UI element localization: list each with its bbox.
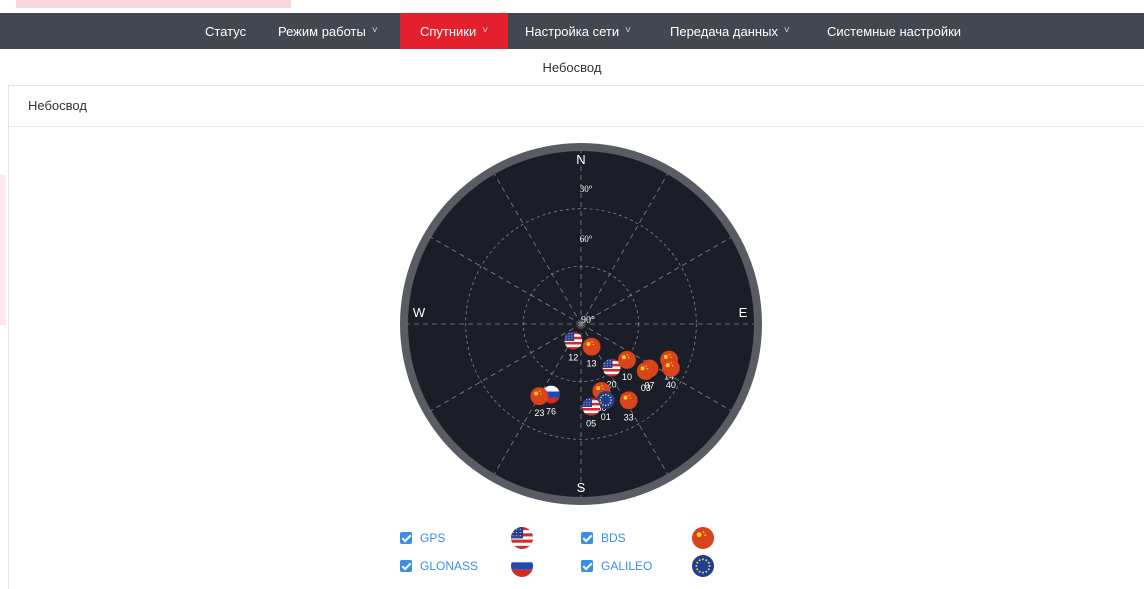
main-navbar: Статус Режим работы ˅ Спутники ˅ Настройка се…	[0, 13, 1144, 49]
nav-item-label: Передача данных	[670, 23, 778, 39]
nav-item-label: Настройка сети	[525, 23, 620, 39]
nav-network-settings[interactable]: Настройка сети ˅	[525, 13, 631, 49]
elevation-label: 30°	[580, 184, 593, 194]
glonass-flag-icon	[511, 555, 533, 577]
legend-item-gps[interactable]: GPS	[400, 531, 445, 545]
bds-flag-icon	[619, 391, 638, 410]
satellite-id-label: 23	[534, 408, 544, 418]
legend-label: BDS	[601, 531, 626, 545]
nav-item-label: Режим работы	[278, 23, 366, 39]
direction-south: S	[577, 480, 586, 495]
elevation-label: 90°	[581, 315, 595, 326]
nav-work-mode[interactable]: Режим работы ˅	[278, 13, 378, 49]
panel-title: Небосвод	[9, 86, 1144, 127]
satellite-id-label: 40	[666, 380, 676, 390]
legend-label: GPS	[420, 531, 446, 545]
legend-item-galileo[interactable]: GALILEO	[581, 559, 652, 573]
satellite-id-label: 33	[624, 412, 634, 422]
bds-checkbox[interactable]	[581, 532, 593, 544]
bds-flag-icon	[617, 350, 636, 369]
direction-west: W	[413, 305, 426, 320]
chevron-down-icon: ˅	[625, 24, 631, 36]
legend-label: GLONASS	[420, 559, 479, 573]
skyplot: NSEW30°60°90°121320101440070360010533762…	[400, 143, 762, 505]
nav-item-label: Системные настройки	[827, 23, 962, 39]
galileo-checkbox[interactable]	[581, 560, 593, 572]
gps-checkbox[interactable]	[400, 532, 412, 544]
bds-flag-shape	[692, 527, 714, 549]
nav-satellites[interactable]: Спутники ˅	[400, 13, 508, 49]
legend-label: GALILEO	[601, 559, 653, 573]
glonass-checkbox[interactable]	[400, 560, 412, 572]
galileo-flag-icon	[692, 555, 714, 577]
satellite-id-label: 05	[586, 419, 596, 429]
satellite-id-label: 13	[587, 359, 597, 369]
chevron-down-icon: ˅	[371, 24, 378, 36]
satellite-id-label: 10	[622, 372, 632, 382]
legend-item-bds[interactable]: BDS	[581, 531, 626, 545]
legend-item-glonass[interactable]: GLONASS	[400, 559, 478, 573]
gps-flag-icon	[511, 527, 533, 549]
direction-east: E	[739, 305, 748, 320]
elevation-label: 60°	[580, 234, 593, 244]
satellite-id-label: 01	[601, 412, 611, 422]
gps-flag-shape	[511, 527, 533, 549]
satellite-id-label: 12	[568, 353, 578, 363]
left-accent	[0, 175, 6, 325]
bds-flag-icon	[692, 527, 714, 549]
bds-flag-icon	[636, 362, 655, 381]
bds-flag-icon	[582, 337, 601, 356]
bds-flag-icon	[530, 387, 549, 406]
satellite-id-label: 03	[641, 383, 651, 393]
subtab-skyview[interactable]: Небосвод	[0, 60, 1144, 75]
galileo-flag-shape	[692, 555, 714, 577]
direction-north: N	[576, 152, 585, 167]
constellation-legend: GPS BDS GLONASS GALILEO	[400, 527, 730, 577]
nav-data-transfer[interactable]: Передача данных ˅	[670, 13, 790, 49]
chevron-down-icon: ˅	[783, 24, 790, 36]
chevron-down-icon: ˅	[482, 24, 489, 36]
nav-item-label: Статус	[205, 23, 247, 39]
nav-system-settings[interactable]: Системные настройки	[827, 13, 961, 49]
bds-flag-icon	[661, 358, 680, 377]
top-decorative-strip	[16, 0, 291, 8]
glonass-flag-shape	[511, 555, 533, 577]
skyplot-container: NSEW30°60°90°121320101440070360010533762…	[400, 143, 762, 510]
satellite-id-label: 76	[546, 407, 556, 417]
nav-status[interactable]: Статус	[205, 13, 246, 49]
nav-item-label: Спутники	[419, 23, 477, 39]
